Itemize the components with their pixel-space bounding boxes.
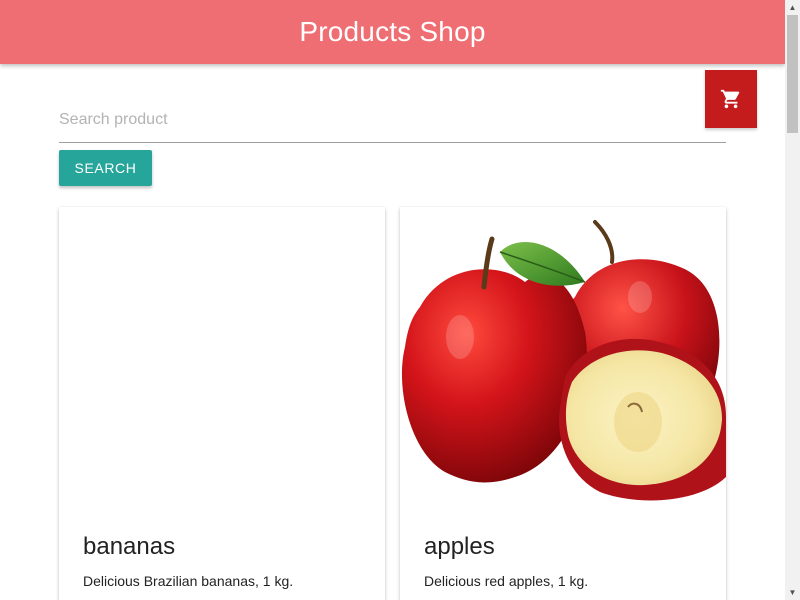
product-description: Delicious Brazilian bananas, 1 kg. (83, 573, 294, 589)
product-image (400, 207, 726, 507)
product-image (59, 207, 385, 507)
scroll-down-arrow-icon[interactable]: ▼ (785, 585, 800, 600)
cart-button[interactable] (705, 70, 757, 128)
app-viewport: Products Shop SEARCH bananas Delicious B… (0, 0, 800, 600)
product-title: bananas (83, 533, 176, 560)
product-card[interactable]: bananas Delicious Brazilian bananas, 1 k… (59, 207, 385, 600)
scrollbar-thumb[interactable] (787, 15, 798, 133)
search-field (59, 100, 726, 143)
product-description: Delicious red apples, 1 kg. (424, 573, 589, 589)
scroll-up-arrow-icon[interactable]: ▲ (785, 0, 800, 15)
vertical-scrollbar[interactable]: ▲ ▼ (785, 0, 800, 600)
app-header: Products Shop (0, 0, 785, 64)
product-card[interactable]: apples Delicious red apples, 1 kg. (400, 207, 726, 600)
search-input[interactable] (59, 100, 726, 140)
red-apples-image (400, 207, 726, 507)
product-title: apples (424, 533, 495, 560)
shopping-cart-icon (720, 89, 740, 109)
page-title: Products Shop (299, 16, 486, 47)
search-button[interactable]: SEARCH (59, 150, 152, 186)
